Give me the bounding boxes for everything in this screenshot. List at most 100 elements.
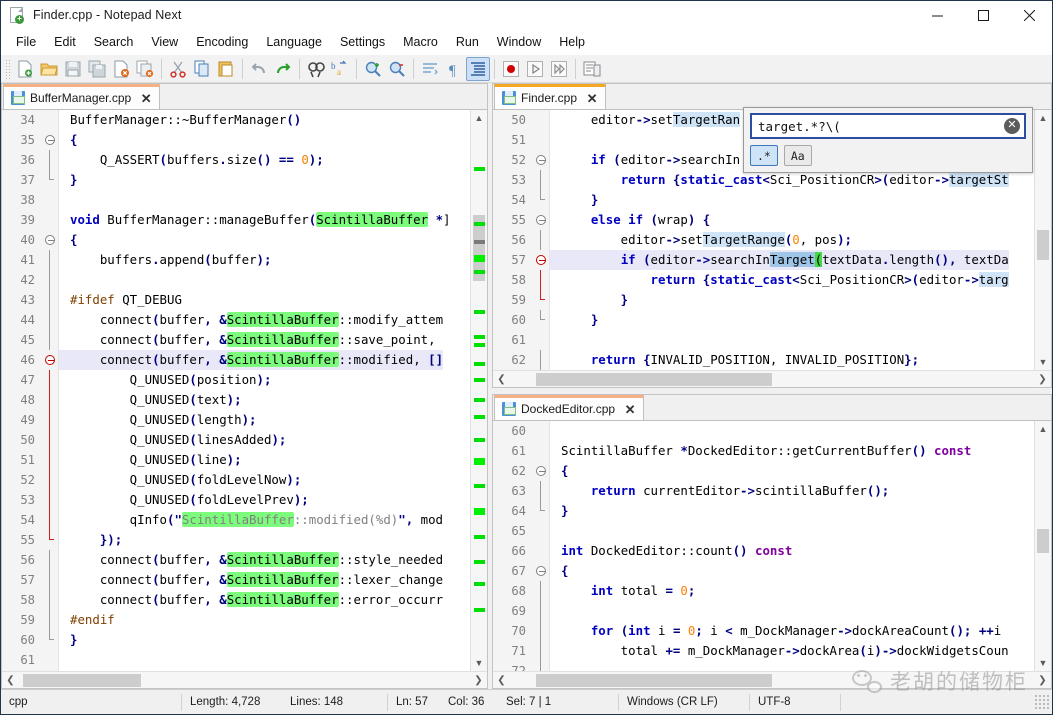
clear-search-icon[interactable]: ✕ — [1004, 118, 1020, 134]
code-text[interactable]: if (editor->searchIn — [555, 150, 740, 170]
fold-margin[interactable] — [42, 410, 58, 430]
code-text[interactable]: ScintillaBuffer *DockedEditor::getCurren… — [555, 441, 971, 461]
fold-margin[interactable] — [42, 530, 58, 550]
left-vertical-scrollbar[interactable]: ▲ ▼ — [470, 110, 487, 671]
code-text[interactable]: qInfo("ScintillaBuffer::modified(%d)", m… — [64, 510, 443, 530]
fold-margin[interactable] — [533, 521, 549, 541]
code-text[interactable] — [555, 661, 568, 671]
code-text[interactable]: buffers.append(buffer); — [64, 250, 272, 270]
code-text[interactable]: } — [555, 290, 628, 310]
code-text[interactable]: #endif — [64, 610, 115, 630]
code-line[interactable]: 49 Q_UNUSED(length); — [2, 410, 451, 430]
code-text[interactable]: Q_UNUSED(foldLevelNow); — [64, 470, 302, 490]
fold-margin[interactable] — [42, 630, 58, 650]
fold-margin[interactable] — [533, 541, 549, 561]
fold-margin[interactable] — [42, 650, 58, 670]
close-all-icon[interactable] — [133, 57, 157, 81]
match-case-toggle-button[interactable]: Aa — [783, 145, 812, 166]
fold-margin[interactable] — [42, 510, 58, 530]
minimize-button[interactable] — [914, 1, 960, 29]
code-text[interactable]: Q_UNUSED(text); — [64, 390, 242, 410]
code-text[interactable] — [555, 130, 568, 150]
scroll-right-icon[interactable]: ❯ — [1034, 675, 1051, 686]
code-line[interactable]: 63 return currentEditor->scintillaBuffer… — [493, 481, 1009, 501]
code-text[interactable]: } — [555, 190, 598, 210]
code-line[interactable]: 61 ScintillaBuffer *DockedEditor::getCurr… — [493, 441, 1009, 461]
left-horizontal-scrollbar[interactable]: ❮ ❯ — [2, 671, 487, 688]
fold-margin[interactable] — [533, 441, 549, 461]
fold-toggle-icon[interactable] — [536, 155, 546, 165]
code-line[interactable]: 58 connect(buffer, &ScintillaBuffer::err… — [2, 590, 451, 610]
fold-toggle-icon[interactable] — [536, 466, 546, 476]
status-language[interactable]: cpp — [1, 690, 181, 715]
play-macro-icon[interactable] — [523, 57, 547, 81]
fold-margin[interactable] — [42, 370, 58, 390]
scrollbar-thumb[interactable] — [1037, 529, 1049, 553]
copy-icon[interactable] — [190, 57, 214, 81]
code-text[interactable]: int DockedEditor::count() const — [555, 541, 792, 561]
fold-toggle-icon[interactable] — [536, 215, 546, 225]
dockededitor-code-area[interactable]: 60 61 ScintillaBuffer *DockedEditor::getC… — [493, 421, 1034, 671]
code-line[interactable]: 37} — [2, 170, 451, 190]
scroll-left-icon[interactable]: ❮ — [2, 675, 19, 686]
word-wrap-icon[interactable] — [418, 57, 442, 81]
code-line[interactable]: 45 connect(buffer, &ScintillaBuffer::sav… — [2, 330, 451, 350]
finder-horizontal-scrollbar[interactable]: ❮ ❯ — [493, 370, 1051, 387]
menu-item-search[interactable]: Search — [85, 32, 143, 52]
undo-icon[interactable] — [247, 57, 271, 81]
code-line[interactable]: 59 } — [493, 290, 1009, 310]
code-text[interactable]: return {static_cast<Sci_PositionCR>(edit… — [555, 170, 1009, 190]
fold-margin[interactable] — [533, 330, 549, 350]
menu-item-run[interactable]: Run — [447, 32, 488, 52]
fold-margin[interactable] — [42, 130, 58, 150]
menu-item-language[interactable]: Language — [257, 32, 331, 52]
code-text[interactable]: } — [64, 170, 77, 190]
code-text[interactable]: editor->setTargetRan — [555, 110, 741, 130]
close-file-icon[interactable] — [109, 57, 133, 81]
code-line[interactable]: 44 connect(buffer, &ScintillaBuffer::mod… — [2, 310, 451, 330]
code-line[interactable]: 62 { — [493, 461, 1009, 481]
status-eol[interactable]: Windows (CR LF) — [619, 690, 749, 715]
fold-margin[interactable] — [533, 190, 549, 210]
code-text[interactable]: #ifdef QT_DEBUG — [64, 290, 182, 310]
toolbar-grip[interactable] — [5, 58, 10, 79]
fold-margin[interactable] — [42, 110, 58, 130]
code-line[interactable]: 57 connect(buffer, &ScintillaBuffer::lex… — [2, 570, 451, 590]
new-file-icon[interactable] — [13, 57, 37, 81]
code-text[interactable]: else if (wrap) { — [555, 210, 710, 230]
code-text[interactable]: }); — [64, 530, 122, 550]
scroll-up-icon[interactable]: ▲ — [471, 110, 487, 126]
code-text[interactable]: { — [64, 230, 77, 250]
left-code-area[interactable]: 34 BufferManager::~BufferManager() 35{36 Q… — [2, 110, 470, 671]
code-text[interactable]: return {static_cast<Sci_PositionCR>(edit… — [555, 270, 1009, 290]
code-line[interactable]: 52 Q_UNUSED(foldLevelNow); — [2, 470, 451, 490]
save-icon[interactable] — [61, 57, 85, 81]
fold-margin[interactable] — [533, 150, 549, 170]
code-text[interactable]: Q_UNUSED(linesAdded); — [64, 430, 287, 450]
code-line[interactable]: 58 return {static_cast<Sci_PositionCR>(e… — [493, 270, 1009, 290]
fold-margin[interactable] — [533, 230, 549, 250]
code-line[interactable]: 68 int total = 0; — [493, 581, 1009, 601]
fold-margin[interactable] — [533, 561, 549, 581]
maximize-button[interactable] — [960, 1, 1006, 29]
menu-item-file[interactable]: File — [7, 32, 45, 52]
fold-margin[interactable] — [42, 390, 58, 410]
regex-toggle-button[interactable]: .* — [750, 145, 778, 166]
hscroll-track[interactable] — [510, 371, 1034, 388]
fold-margin[interactable] — [42, 190, 58, 210]
fold-margin[interactable] — [533, 421, 549, 441]
code-line[interactable]: 35 { — [2, 130, 451, 150]
code-text[interactable]: } — [555, 310, 598, 330]
fold-margin[interactable] — [533, 270, 549, 290]
search-input[interactable] — [758, 115, 1004, 137]
tab-dockededitor-cpp[interactable]: DockedEditor.cpp ✕ — [494, 395, 645, 420]
scroll-down-icon[interactable]: ▼ — [471, 655, 487, 671]
code-line[interactable]: 72 — [493, 661, 1009, 671]
code-text[interactable]: return {INVALID_POSITION, INVALID_POSITI… — [555, 350, 919, 370]
code-line[interactable]: 47 Q_UNUSED(position); — [2, 370, 451, 390]
show-all-chars-icon[interactable]: ¶ — [442, 57, 466, 81]
fold-margin[interactable] — [42, 470, 58, 490]
finder-vertical-scrollbar[interactable]: ▲ ▼ — [1034, 110, 1051, 370]
fold-margin[interactable] — [42, 610, 58, 630]
code-line[interactable]: 64} — [493, 501, 1009, 521]
